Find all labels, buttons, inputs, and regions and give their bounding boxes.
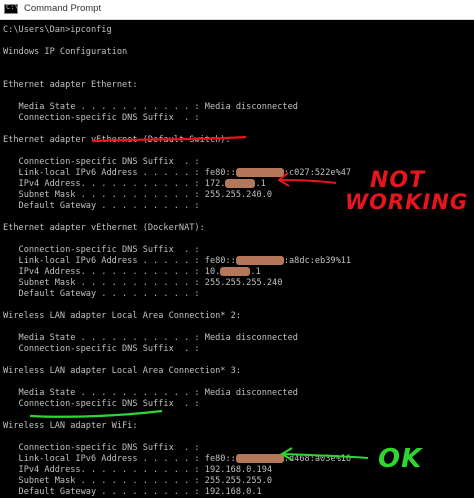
console-line: Default Gateway . . . . . . . . . : 192.… (3, 487, 262, 497)
window-titlebar[interactable]: C:\ Command Prompt (0, 0, 474, 20)
console-line: Default Gateway . . . . . . . . . : (3, 201, 200, 211)
console-line: Connection-specific DNS Suffix . : (3, 344, 200, 354)
annotation-ok: OK (378, 444, 423, 474)
command-prompt-icon: C:\ (4, 3, 19, 14)
redaction-mark (235, 256, 284, 265)
console-line: Ethernet adapter vEthernet (Default Swit… (3, 135, 231, 145)
redaction-mark (235, 454, 284, 463)
console-line: Connection-specific DNS Suffix . : (3, 399, 200, 409)
console-line: Wireless LAN adapter Local Area Connecti… (3, 366, 241, 376)
console-output[interactable]: C:\Users\Dan>ipconfig Windows IP Configur… (0, 20, 474, 497)
console-line: Connection-specific DNS Suffix . : (3, 113, 200, 123)
console-line: Windows IP Configuration (3, 47, 128, 57)
console-line: C:\Users\Dan>ipconfig (3, 25, 112, 35)
redaction-mark (225, 179, 256, 188)
window-title: Command Prompt (24, 3, 102, 14)
console-line: Wireless LAN adapter Local Area Connecti… (3, 311, 241, 321)
console-line: Wireless LAN adapter WiFi: (3, 421, 138, 431)
console-line: Default Gateway . . . . . . . . . : (3, 289, 200, 299)
redaction-mark (220, 267, 251, 276)
annotation-working: WORKING (345, 190, 469, 214)
redaction-mark (235, 168, 284, 177)
console-line: Ethernet adapter vEthernet (DockerNAT): (3, 223, 205, 233)
console-line: Ethernet adapter Ethernet: (3, 80, 138, 90)
